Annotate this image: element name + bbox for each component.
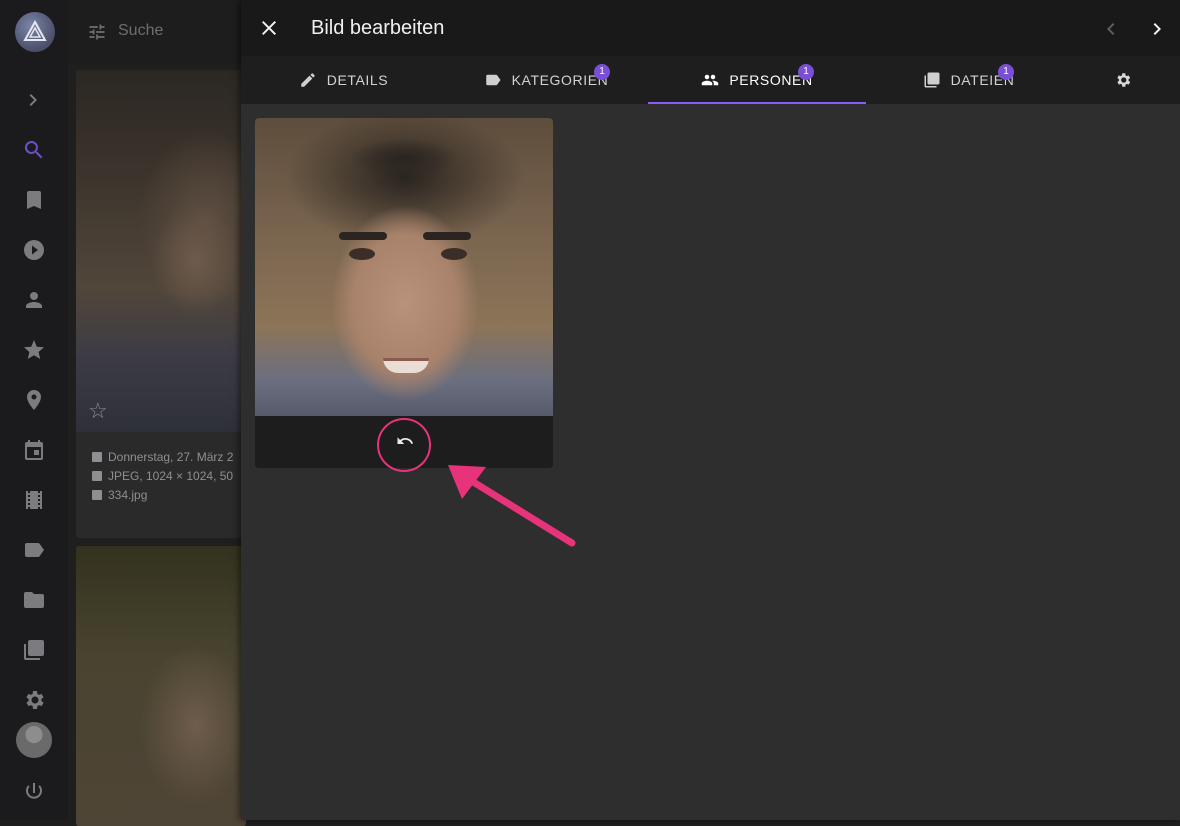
app-logo[interactable]: [15, 12, 55, 52]
folder-icon[interactable]: [22, 588, 46, 612]
face-mouth: [383, 358, 429, 373]
tab-dateien[interactable]: DATEIEN 1: [866, 56, 1071, 104]
label-icon: [485, 74, 501, 86]
person-icon[interactable]: [22, 288, 46, 312]
count-badge: 1: [594, 64, 610, 80]
files-icon: [924, 72, 940, 88]
face-brow: [339, 232, 387, 240]
edit-dialog: Bild bearbeiten DETAILS KATEGORIEN 1 PER…: [241, 0, 1180, 820]
star-icon[interactable]: [22, 338, 46, 362]
favorite-star-icon[interactable]: ☆: [88, 398, 108, 424]
nav-rail: [0, 0, 68, 820]
calendar-icon: [92, 452, 102, 462]
play-icon[interactable]: [22, 238, 46, 262]
pointer-arrow-icon: [448, 465, 576, 547]
face-eye: [441, 248, 467, 260]
dialog-header: Bild bearbeiten: [241, 0, 1180, 56]
calendar-icon[interactable]: [22, 438, 46, 462]
count-badge: 1: [798, 64, 814, 80]
photo-card[interactable]: [76, 546, 246, 826]
photo-info: JPEG, 1024 × 1024, 50: [108, 469, 234, 483]
dialog-title: Bild bearbeiten: [311, 17, 445, 39]
filter-icon[interactable]: [87, 22, 107, 42]
photo-meta: Donnerstag, 27. März 2 JPEG, 1024 × 1024…: [92, 448, 233, 505]
highlight-circle: [377, 418, 431, 472]
location-icon[interactable]: [22, 388, 46, 412]
search-bar[interactable]: Suche: [68, 0, 248, 64]
image-icon: [92, 471, 102, 481]
tab-settings[interactable]: [1096, 56, 1150, 104]
search-icon[interactable]: [22, 138, 46, 162]
avatar[interactable]: [16, 722, 52, 758]
folder-icon: [92, 490, 102, 500]
label-icon[interactable]: [22, 538, 46, 562]
photo-filename: 334.jpg: [108, 488, 148, 502]
expand-icon[interactable]: [22, 88, 46, 112]
photo-date: Donnerstag, 27. März 2: [108, 450, 234, 464]
bookmark-icon[interactable]: [22, 188, 46, 212]
next-icon[interactable]: [1145, 17, 1169, 41]
power-icon[interactable]: [22, 780, 46, 804]
tab-details[interactable]: DETAILS: [241, 56, 446, 104]
tab-label: DETAILS: [326, 72, 389, 88]
gear-icon: [1117, 73, 1131, 87]
close-icon[interactable]: [257, 16, 281, 40]
photo-thumbnail[interactable]: [76, 546, 246, 826]
count-badge: 1: [998, 64, 1014, 80]
photo-card[interactable]: ☆ Donnerstag, 27. März 2 JPEG, 1024 × 10…: [76, 70, 246, 538]
pencil-icon: [300, 73, 315, 87]
people-icon: [702, 74, 719, 86]
library-icon[interactable]: [22, 638, 46, 662]
dialog-tabs: DETAILS KATEGORIEN 1 PERSONEN 1 DATEIEN …: [241, 56, 1180, 104]
settings-icon[interactable]: [22, 688, 46, 712]
face-eye: [349, 248, 375, 260]
photo-thumbnail[interactable]: [76, 70, 246, 432]
tab-kategorien[interactable]: KATEGORIEN 1: [446, 56, 646, 104]
film-icon[interactable]: [22, 488, 46, 512]
face-brow: [423, 232, 471, 240]
face-image[interactable]: [255, 118, 553, 416]
search-placeholder: Suche: [118, 22, 164, 39]
previous-icon[interactable]: [1099, 17, 1123, 41]
face-card: [255, 118, 553, 468]
tab-personen[interactable]: PERSONEN 1: [648, 56, 866, 104]
